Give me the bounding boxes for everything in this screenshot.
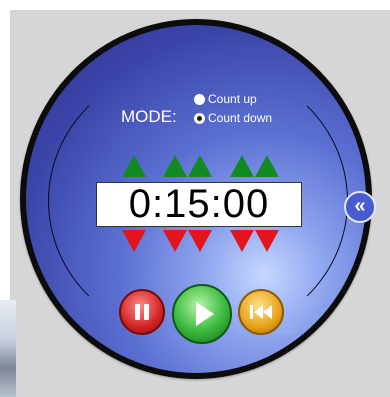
pause-icon-bar xyxy=(144,304,149,320)
mode-count-up-radio[interactable]: Count up xyxy=(194,92,257,106)
rewind-arrow-2 xyxy=(263,305,272,319)
reset-button[interactable] xyxy=(238,289,284,335)
hours-decrement-arrow[interactable] xyxy=(122,230,146,252)
rewind-arrow-1 xyxy=(254,305,263,319)
radio-unchecked-icon[interactable] xyxy=(194,93,205,105)
seconds-ones-decrement-arrow[interactable] xyxy=(255,230,279,252)
minutes-tens-decrement-arrow[interactable] xyxy=(163,230,187,252)
mode-count-down-label: Count down xyxy=(208,111,273,125)
play-button[interactable] xyxy=(172,284,232,344)
seconds-tens-decrement-arrow[interactable] xyxy=(230,230,254,252)
seconds-tens-increment-arrow[interactable] xyxy=(230,155,254,177)
mode-label: MODE: xyxy=(121,107,177,126)
collapse-button[interactable]: « xyxy=(344,191,376,223)
play-icon xyxy=(195,302,214,326)
seconds-ones-increment-arrow[interactable] xyxy=(255,155,279,177)
mode-count-up-label: Count up xyxy=(208,92,257,106)
pause-button[interactable] xyxy=(119,289,165,335)
mode-count-down-radio[interactable]: Count down xyxy=(194,111,272,125)
minutes-ones-decrement-arrow[interactable] xyxy=(188,230,212,252)
background-photo-edge xyxy=(0,300,16,397)
pause-icon xyxy=(135,304,140,320)
hours-increment-arrow[interactable] xyxy=(122,155,146,177)
minutes-ones-increment-arrow[interactable] xyxy=(188,155,212,177)
minutes-tens-increment-arrow[interactable] xyxy=(163,155,187,177)
rewind-to-start-icon xyxy=(250,305,253,319)
radio-checked-icon[interactable] xyxy=(194,112,205,124)
time-display: 0:15:00 xyxy=(96,182,302,227)
